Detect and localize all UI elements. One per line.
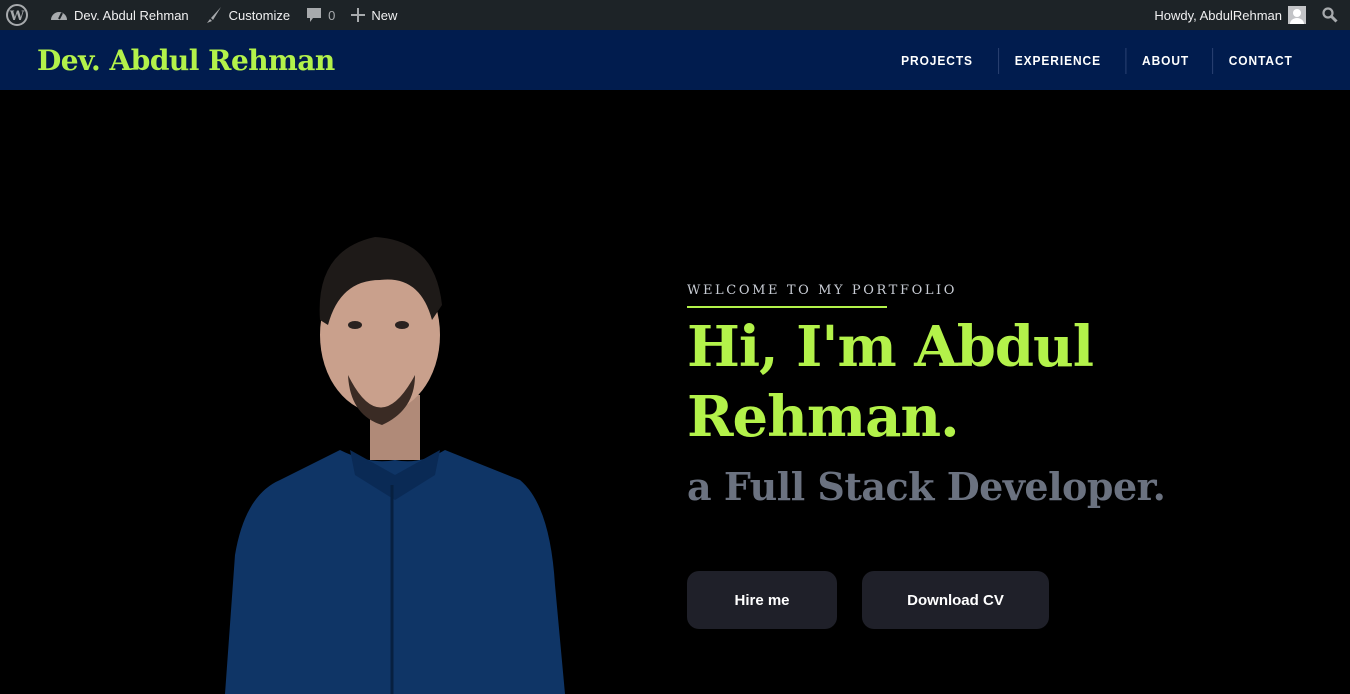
avatar-icon [1288,6,1306,24]
admin-bar: W Dev. Abdul Rehman Customize 0 New Howd… [0,0,1350,30]
search-button[interactable] [1314,0,1350,30]
nav-contact[interactable]: CONTACT [1212,48,1309,74]
brush-icon [206,7,221,23]
plus-icon [351,8,366,22]
site-title[interactable]: Dev. Abdul Rehman [37,44,335,77]
hero-subheading: a Full Stack Developer. [687,464,1166,509]
my-account-link[interactable]: Howdy, AbdulRehman [1146,0,1314,30]
site-name-link[interactable]: Dev. Abdul Rehman [42,0,197,30]
nav-about[interactable]: ABOUT [1125,48,1205,74]
wordpress-logo-button[interactable]: W [0,0,42,30]
nav-projects[interactable]: PROJECTS [886,48,989,74]
profile-photo [225,237,565,694]
hire-me-button[interactable]: Hire me [687,571,837,629]
customize-link[interactable]: Customize [197,0,298,30]
search-icon [1322,7,1338,23]
hero-heading: Hi, I'm Abdul Rehman. [687,314,1094,450]
comments-link[interactable]: 0 [298,0,343,30]
comments-count: 0 [328,7,336,23]
hero-section: WELCOME TO MY PORTFOLIO Hi, I'm Abdul Re… [687,283,1166,629]
svg-text:W: W [9,9,25,24]
comment-icon [307,8,322,22]
site-name-label: Dev. Abdul Rehman [74,7,189,23]
download-cv-button[interactable]: Download CV [862,571,1049,629]
main-nav: PROJECTS EXPERIENCE ABOUT CONTACT [881,48,1313,74]
dashboard-icon [51,12,67,20]
hero-eyebrow: WELCOME TO MY PORTFOLIO [687,283,958,298]
customize-label: Customize [228,7,291,23]
nav-experience[interactable]: EXPERIENCE [998,48,1118,74]
new-label: New [371,7,398,23]
site-header: Dev. Abdul Rehman PROJECTS EXPERIENCE AB… [0,30,1350,90]
eyebrow-underline [687,306,887,308]
howdy-label: Howdy, AbdulRehman [1154,7,1282,23]
wordpress-icon: W [6,4,28,26]
new-content-link[interactable]: New [343,0,405,30]
